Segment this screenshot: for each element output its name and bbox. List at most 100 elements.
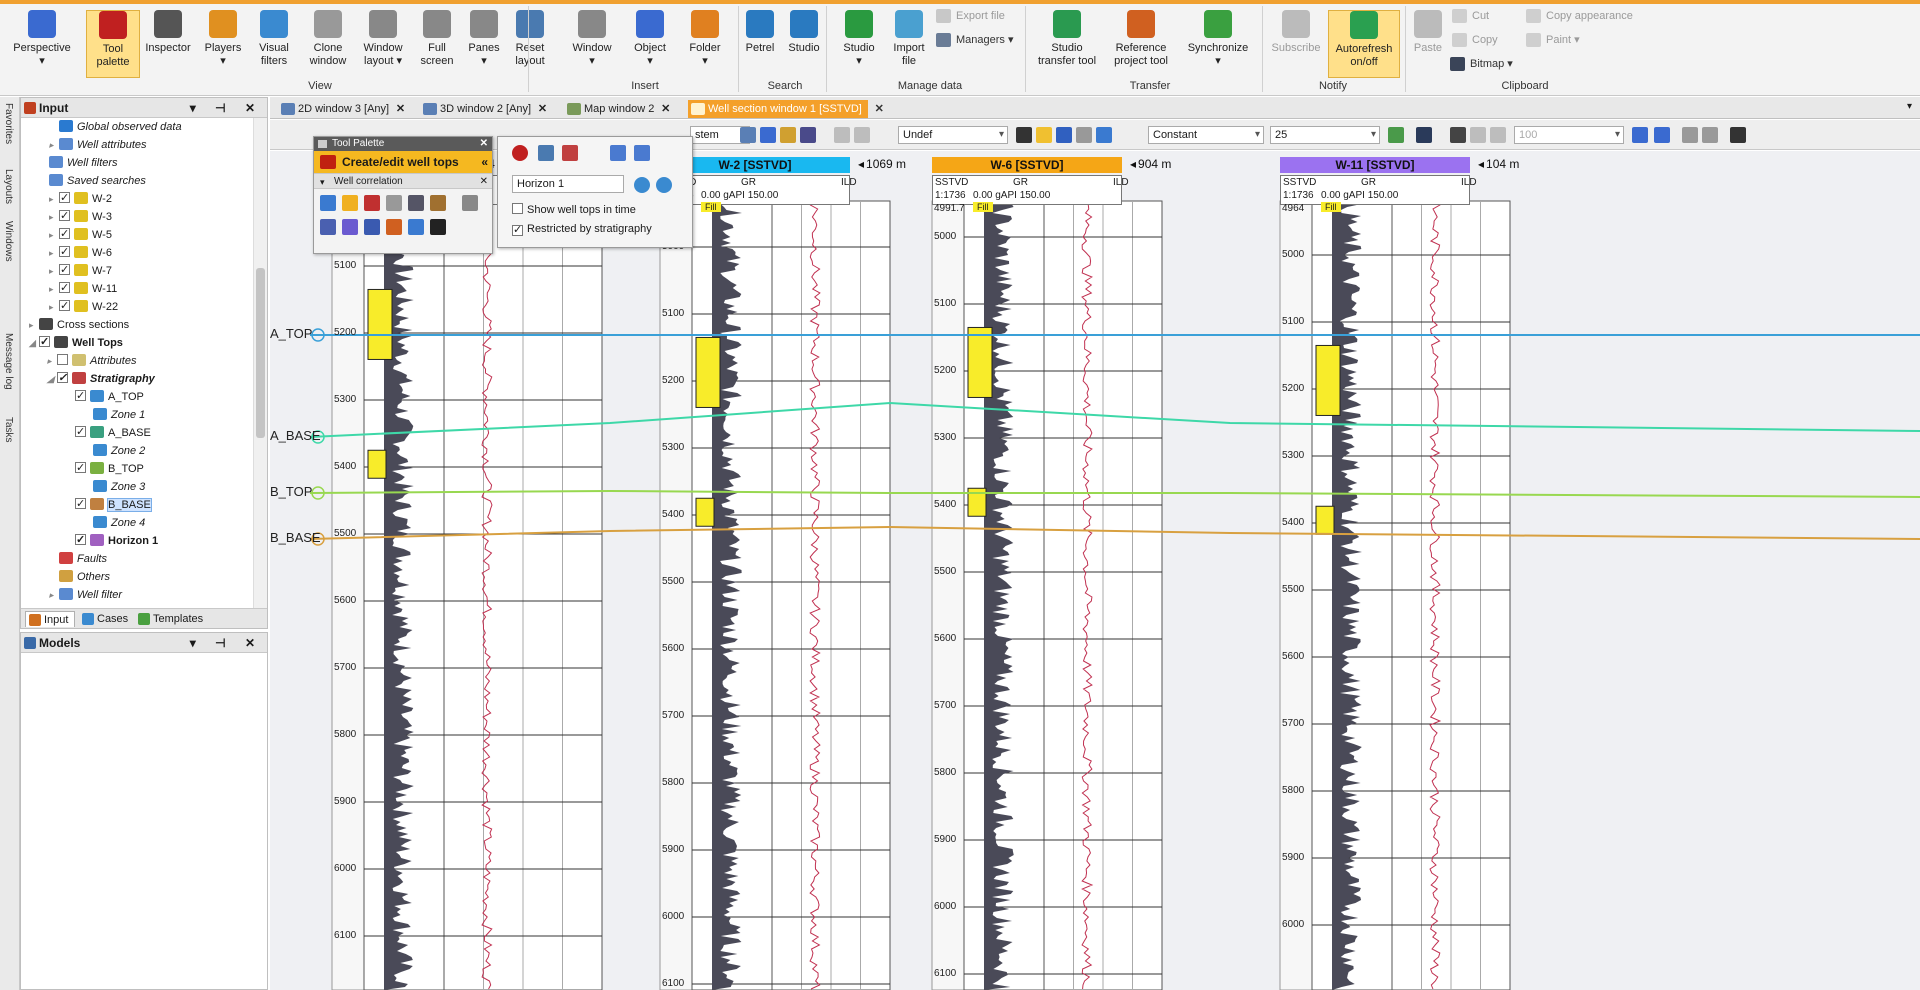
expand-toggle-icon[interactable]: ▸ (49, 280, 59, 298)
inspector-button[interactable]: Inspector (140, 10, 196, 78)
tree-item[interactable]: Well filters (49, 154, 118, 172)
tree-item[interactable]: ▸W-7 (49, 261, 112, 280)
tree-item[interactable]: A_BASE (75, 423, 151, 442)
undef-combo[interactable]: Undef (898, 126, 1008, 144)
visibility-checkbox[interactable] (59, 189, 70, 207)
export-file-button[interactable]: Export file (936, 8, 1005, 24)
tree-item[interactable]: ◢Stratigraphy (47, 369, 155, 388)
track-header[interactable]: SSTVD GR ILD 1:1736 0.00 gAPI 150.00Fill (932, 175, 1129, 212)
tree-item[interactable]: ▸W-22 (49, 297, 118, 316)
favorites-tab[interactable]: Favorites (3, 103, 14, 144)
full-screen-button[interactable]: Full screen (414, 10, 460, 78)
expand-toggle-icon[interactable]: ▸ (29, 316, 39, 334)
panes-button[interactable]: Panes ▾ (462, 10, 506, 78)
visibility-checkbox[interactable] (57, 354, 68, 365)
visibility-checkbox[interactable] (59, 243, 70, 261)
visibility-checkbox[interactable] (75, 459, 86, 477)
studio-manage-button[interactable]: Studio ▾ (836, 10, 882, 78)
visibility-checkbox[interactable] (59, 297, 70, 315)
well-section-plot[interactable] (270, 151, 1920, 990)
close-icon[interactable]: ✕ (661, 100, 670, 118)
paste-button[interactable]: Paste (1408, 10, 1448, 78)
redo-icon[interactable] (854, 127, 870, 143)
expand-toggle-icon[interactable]: ▸ (49, 244, 59, 262)
move-top-icon[interactable] (364, 195, 380, 211)
export-icon[interactable] (1702, 127, 1718, 143)
create-edit-well-tops-mode[interactable]: Create/edit well tops « (314, 151, 492, 173)
tab-templates[interactable]: Templates (135, 611, 209, 627)
expand-toggle-icon[interactable]: ◢ (29, 334, 39, 352)
visibility-checkbox[interactable] (59, 261, 70, 279)
scale-icon[interactable] (1654, 127, 1670, 143)
tree-item[interactable]: Zone 3 (93, 478, 145, 496)
fit-icon[interactable] (1632, 127, 1648, 143)
zoom-combo[interactable]: 100 (1514, 126, 1624, 144)
tab-input[interactable]: Input (25, 611, 76, 627)
insert-object-button[interactable]: Object ▾ (624, 10, 676, 78)
ghost-icon[interactable] (408, 195, 424, 211)
players-button[interactable]: Players ▾ (198, 10, 248, 78)
print-preview-icon[interactable] (1682, 127, 1698, 143)
visibility-checkbox[interactable] (75, 423, 86, 441)
undo-view-icon[interactable] (1470, 127, 1486, 143)
flatten-top-icon[interactable] (386, 195, 402, 211)
settings-icon[interactable] (1076, 127, 1092, 143)
tree-item[interactable]: ▸ Well attributes (49, 136, 147, 154)
close-icon[interactable]: ✕ (396, 100, 405, 118)
close-icon[interactable]: ✕ (538, 100, 547, 118)
well-top-label[interactable]: B_BASE (270, 530, 321, 545)
import-file-button[interactable]: Import file (884, 10, 934, 78)
close-icon[interactable]: ✕ (480, 137, 488, 151)
restricted-checkbox[interactable]: ✓ (512, 225, 523, 236)
tab-2d-window-3[interactable]: 2D window 3 [Any] ✕ (278, 100, 405, 118)
horizon-field[interactable]: Horizon 1 (512, 175, 624, 193)
scale-icon[interactable] (386, 219, 402, 235)
visual-filters-button[interactable]: Visual filters (250, 10, 298, 78)
subscribe-button[interactable]: Subscribe (1268, 10, 1324, 78)
pane-controls[interactable]: ▾ ⊣ ✕ (190, 98, 263, 118)
visibility-checkbox[interactable] (59, 207, 70, 225)
tree-item[interactable]: B_TOP (75, 459, 144, 478)
split-icon[interactable] (430, 195, 446, 211)
attach-icon[interactable] (538, 145, 554, 161)
well-correlation-section[interactable]: ▾ Well correlation ✕ (314, 173, 492, 189)
tree-item[interactable]: A_TOP (75, 387, 144, 406)
tree-item[interactable]: ▸ Attributes (47, 352, 136, 370)
tree-item[interactable]: Zone 2 (93, 442, 145, 460)
show-time-checkbox[interactable] (512, 203, 523, 214)
expand-toggle-icon[interactable]: ◢ (47, 370, 57, 388)
expand-toggle-icon[interactable]: ▸ (49, 262, 59, 280)
expand-toggle-icon[interactable]: ▸ (49, 298, 59, 316)
tree-item[interactable]: ◢Well Tops (29, 333, 123, 352)
scrollbar-thumb[interactable] (256, 268, 265, 438)
select-icon[interactable] (780, 127, 796, 143)
tie-icon[interactable] (342, 219, 358, 235)
tool-palette-button[interactable]: Tool palette (86, 10, 140, 78)
expand-icon[interactable]: « (481, 151, 488, 173)
pane-controls[interactable]: ▾ ⊣ ✕ (190, 633, 263, 653)
tree-item[interactable]: ▸W-2 (49, 189, 112, 208)
visibility-checkbox[interactable] (75, 531, 86, 549)
zoom-icon[interactable] (1450, 127, 1466, 143)
tree-item[interactable]: Global observed data (59, 118, 182, 136)
expand-toggle-icon[interactable]: ▸ (49, 136, 59, 154)
copy-button[interactable]: Copy (1452, 32, 1498, 48)
expand-toggle-icon[interactable]: ▸ (47, 352, 57, 370)
tree-item[interactable]: ▸W-11 (49, 279, 117, 298)
well-top-label[interactable]: A_BASE (270, 428, 321, 443)
undo-icon[interactable] (610, 145, 626, 161)
new-horizon-icon[interactable] (656, 177, 672, 193)
tree-item[interactable]: Zone 4 (93, 514, 145, 532)
tree-item[interactable]: Horizon 1 (75, 531, 158, 550)
track-header[interactable]: SSTVD GR ILD 1:1736 0.00 gAPI 150.00Fill (1280, 175, 1477, 212)
tree-scrollbar[interactable] (253, 118, 267, 608)
add-top-icon[interactable] (342, 195, 358, 211)
constant-combo[interactable]: Constant (1148, 126, 1264, 144)
well-header-3[interactable]: W-11 [SSTVD] (1280, 157, 1470, 173)
close-icon[interactable]: ✕ (875, 100, 884, 118)
tab-cases[interactable]: Cases (79, 611, 134, 627)
visibility-checkbox[interactable] (57, 369, 68, 387)
expand-toggle-icon[interactable]: ▸ (49, 586, 59, 604)
well-header-2[interactable]: W-6 [SSTVD] (932, 157, 1122, 173)
tree-item[interactable]: ▸ Cross sections (29, 316, 129, 334)
